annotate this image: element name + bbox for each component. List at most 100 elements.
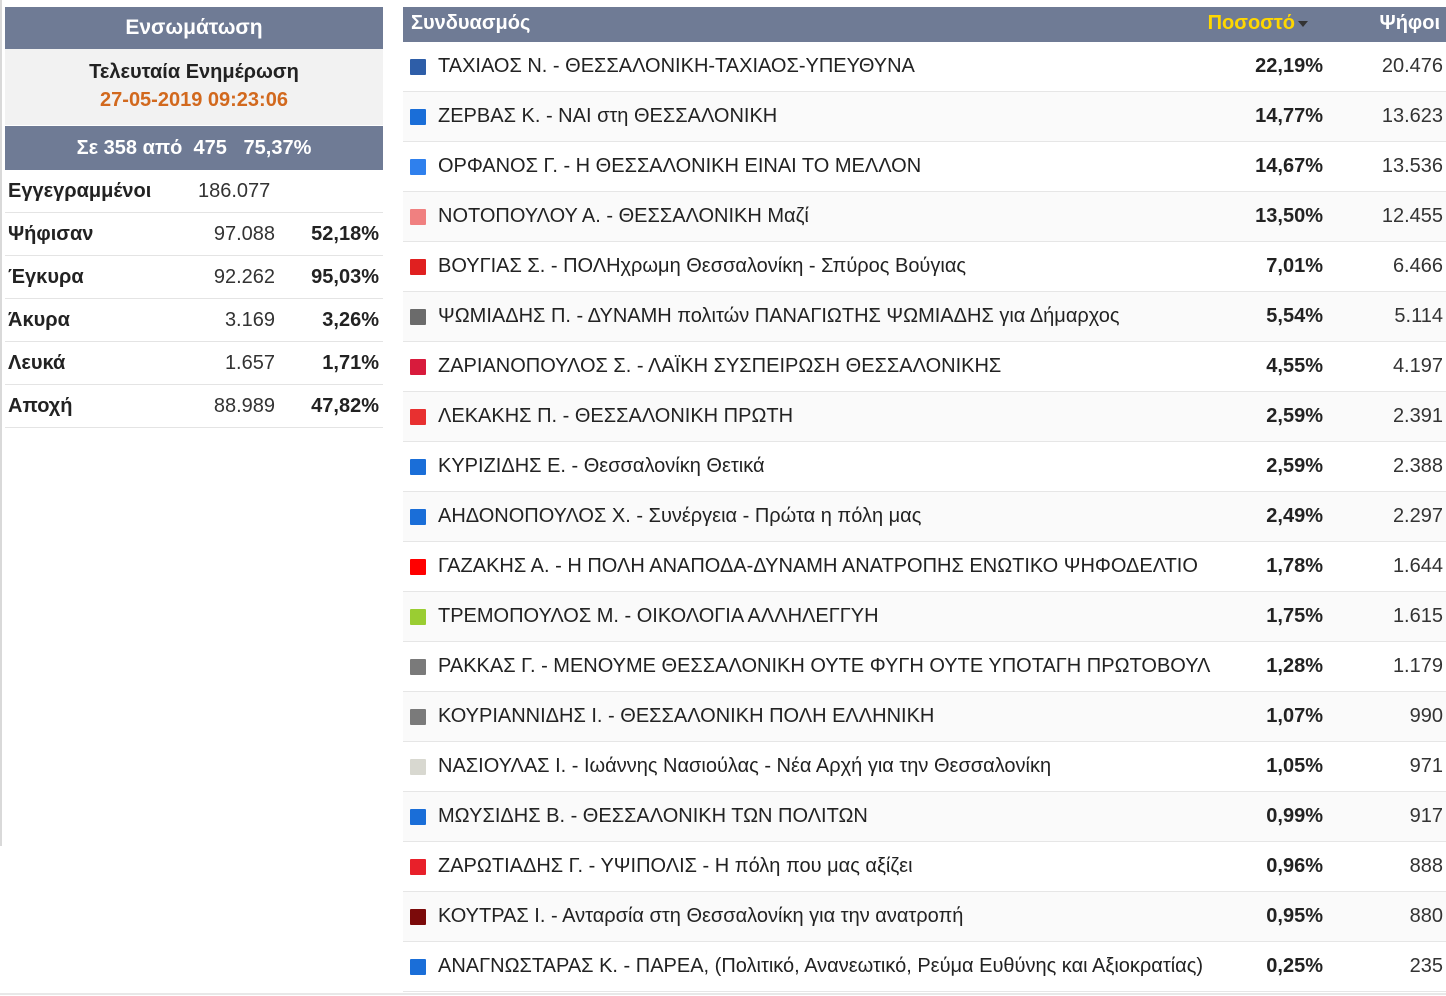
last-update-label: Τελευταία Ενημέρωση <box>89 61 299 83</box>
stat-row: Άκυρα 3.169 3,26% <box>5 299 383 342</box>
stat-label: Άκυρα <box>8 309 70 331</box>
header-votes[interactable]: Ψήφοι <box>1380 12 1440 35</box>
party-percentage: 1,05% <box>1266 755 1323 777</box>
party-percentage: 0,95% <box>1266 905 1323 927</box>
table-row[interactable]: ΟΡΦΑΝΟΣ Γ. - Η ΘΕΣΣΑΛΟΝΙΚΗ ΕΙΝΑΙ ΤΟ ΜΕΛΛ… <box>403 142 1446 192</box>
sort-desc-icon <box>1298 20 1308 27</box>
stat-row: Λευκά 1.657 1,71% <box>5 342 383 385</box>
last-update-time: 27-05-2019 09:23:06 <box>100 89 288 111</box>
summary-title: Ενσωμάτωση <box>5 7 383 49</box>
party-color-swatch <box>410 459 426 475</box>
stat-percentage: 95,03% <box>311 266 379 288</box>
party-color-swatch <box>410 909 426 925</box>
stat-value: 92.262 <box>213 266 275 288</box>
party-name: ΜΩΥΣΙΔΗΣ Β. - ΘΕΣΣΑΛΟΝΙΚΗ ΤΩΝ ΠΟΛΙΤΩΝ <box>438 805 868 827</box>
header-percentage-sort[interactable]: Ποσοστό <box>1208 12 1308 35</box>
party-percentage: 1,75% <box>1266 605 1323 627</box>
stat-label: Εγγεγραμμένοι <box>8 180 152 202</box>
party-color-swatch <box>410 109 426 125</box>
results-table: Συνδυασμός Ποσοστό Ψήφοι ΤΑΧΙΑΟΣ Ν. - ΘΕ… <box>403 7 1446 996</box>
last-update-box: Τελευταία Ενημέρωση 27-05-2019 09:23:06 <box>5 49 383 125</box>
stat-row: Ψήφισαν 97.088 52,18% <box>5 213 383 256</box>
table-row[interactable]: ΖΕΡΒΑΣ Κ. - ΝΑΙ στη ΘΕΣΣΑΛΟΝΙΚΗ 14,77% 13.… <box>403 92 1446 142</box>
table-row[interactable]: ΝΑΣΙΟΥΛΑΣ Ι. - Ιωάννης Νασιούλας - Νέα Α… <box>403 742 1446 792</box>
table-row[interactable]: ΚΥΡΙΖΙΔΗΣ Ε. - Θεσσαλονίκη Θετικά 2,59% 2.… <box>403 442 1446 492</box>
party-name: ΚΟΥΡΙΑΝΝΙΔΗΣ Ι. - ΘΕΣΣΑΛΟΝΙΚΗ ΠΟΛΗ ΕΛΛΗΝ… <box>438 705 935 727</box>
stat-percentage: 52,18% <box>311 223 379 245</box>
stat-percentage: 47,82% <box>311 395 379 417</box>
table-row[interactable]: ΚΟΥΤΡΑΣ Ι. - Ανταρσία στη Θεσσαλονίκη γι… <box>403 892 1446 942</box>
party-color-swatch <box>410 59 426 75</box>
stat-label: Ψήφισαν <box>8 223 94 245</box>
party-votes: 1.179 <box>1392 655 1443 677</box>
party-name: ΖΕΡΒΑΣ Κ. - ΝΑΙ στη ΘΕΣΣΑΛΟΝΙΚΗ <box>438 105 778 127</box>
party-percentage: 1,28% <box>1266 655 1323 677</box>
party-color-swatch <box>410 809 426 825</box>
table-row[interactable]: ΚΟΥΡΙΑΝΝΙΔΗΣ Ι. - ΘΕΣΣΑΛΟΝΙΚΗ ΠΟΛΗ ΕΛΛΗΝ… <box>403 692 1446 742</box>
table-row[interactable]: ΝΟΤΟΠΟΥΛΟΥ Α. - ΘΕΣΣΑΛΟΝΙΚΗ Μαζί 13,50% 12… <box>403 192 1446 242</box>
party-name: ΤΑΧΙΑΟΣ Ν. - ΘΕΣΣΑΛΟΝΙΚΗ-ΤΑΧΙΑΟΣ-ΥΠΕΥΘΥΝ… <box>438 55 915 77</box>
party-votes: 2.388 <box>1392 455 1443 477</box>
party-color-swatch <box>410 659 426 675</box>
party-name: ΑΗΔΟΝΟΠΟΥΛΟΣ Χ. - Συνέργεια - Πρώτα η πό… <box>438 505 922 527</box>
party-votes: 13.623 <box>1381 105 1443 127</box>
party-votes: 235 <box>1409 955 1443 977</box>
table-row[interactable]: ΛΕΚΑΚΗΣ Π. - ΘΕΣΣΑΛΟΝΙΚΗ ΠΡΩΤΗ 2,59% 2.391 <box>403 392 1446 442</box>
party-color-swatch <box>410 359 426 375</box>
table-row[interactable]: ΤΑΧΙΑΟΣ Ν. - ΘΕΣΣΑΛΟΝΙΚΗ-ΤΑΧΙΑΟΣ-ΥΠΕΥΘΥΝ… <box>403 42 1446 92</box>
table-row[interactable]: ΨΩΜΙΑΔΗΣ Π. - ΔΥΝΑΜΗ πολιτών ΠΑΝΑΓΙΩΤΗΣ … <box>403 292 1446 342</box>
table-row[interactable]: ΑΝΑΓΝΩΣΤΑΡΑΣ Κ. - ΠΑΡΕΑ, (Πολιτικό, Αναν… <box>403 942 1446 992</box>
party-name: ΚΥΡΙΖΙΔΗΣ Ε. - Θεσσαλονίκη Θετικά <box>438 455 765 477</box>
stat-label: Λευκά <box>8 352 66 374</box>
table-row[interactable]: ΑΗΔΟΝΟΠΟΥΛΟΣ Χ. - Συνέργεια - Πρώτα η πό… <box>403 492 1446 542</box>
party-votes: 4.197 <box>1392 355 1443 377</box>
party-percentage: 22,19% <box>1255 55 1323 77</box>
stat-row: Αποχή 88.989 47,82% <box>5 385 383 428</box>
party-percentage: 0,25% <box>1266 955 1323 977</box>
party-color-swatch <box>410 159 426 175</box>
table-row[interactable]: ΓΑΖΑΚΗΣ Α. - Η ΠΟΛΗ ΑΝΑΠΟΔΑ-ΔΥΝΑΜΗ ΑΝΑΤΡ… <box>403 542 1446 592</box>
table-row[interactable]: ΜΩΥΣΙΔΗΣ Β. - ΘΕΣΣΑΛΟΝΙΚΗ ΤΩΝ ΠΟΛΙΤΩΝ 0,9… <box>403 792 1446 842</box>
party-color-swatch <box>410 409 426 425</box>
party-color-swatch <box>410 759 426 775</box>
party-color-swatch <box>410 709 426 725</box>
party-votes: 917 <box>1409 805 1443 827</box>
party-votes: 12.455 <box>1381 205 1443 227</box>
party-percentage: 2,49% <box>1266 505 1323 527</box>
party-percentage: 2,59% <box>1266 405 1323 427</box>
party-votes: 6.466 <box>1392 255 1443 277</box>
table-row[interactable]: ΡΑΚΚΑΣ Γ. - ΜΕΝΟΥΜΕ ΘΕΣΣΑΛΟΝΙΚΗ ΟΥΤΕ ΦΥΓ… <box>403 642 1446 692</box>
party-name: ΝΑΣΙΟΥΛΑΣ Ι. - Ιωάννης Νασιούλας - Νέα Α… <box>438 755 1052 777</box>
party-name: ΒΟΥΓΙΑΣ Σ. - ΠΟΛΗχρωμη Θεσσαλονίκη - Σπύ… <box>438 255 967 277</box>
party-percentage: 1,78% <box>1266 555 1323 577</box>
party-name: ΨΩΜΙΑΔΗΣ Π. - ΔΥΝΑΜΗ πολιτών ΠΑΝΑΓΙΩΤΗΣ … <box>438 305 1120 327</box>
stats-table: Εγγεγραμμένοι 186.077 Ψήφισαν 97.088 52,18% Έ… <box>5 170 383 428</box>
party-name: ΟΡΦΑΝΟΣ Γ. - Η ΘΕΣΣΑΛΟΝΙΚΗ ΕΙΝΑΙ ΤΟ ΜΕΛΛ… <box>438 155 922 177</box>
table-row[interactable]: ΖΑΡΩΤΙΑΔΗΣ Γ. - ΥΨΙΠΟΛΙΣ - Η πόλη που μα… <box>403 842 1446 892</box>
party-name: ΡΑΚΚΑΣ Γ. - ΜΕΝΟΥΜΕ ΘΕΣΣΑΛΟΝΙΚΗ ΟΥΤΕ ΦΥΓ… <box>438 655 1211 677</box>
stat-label: Αποχή <box>8 395 73 417</box>
party-percentage: 14,77% <box>1255 105 1323 127</box>
party-votes: 990 <box>1409 705 1443 727</box>
party-votes: 971 <box>1409 755 1443 777</box>
party-color-swatch <box>410 609 426 625</box>
party-percentage: 5,54% <box>1266 305 1323 327</box>
table-row[interactable]: ΤΡΕΜΟΠΟΥΛΟΣ Μ. - ΟΙΚΟΛΟΓΙΑ ΑΛΛΗΛΕΓΓΥΗ 1,7… <box>403 592 1446 642</box>
counting-progress: Σε 358 από 475 75,37% <box>5 126 383 170</box>
table-row[interactable]: ΒΟΥΓΙΑΣ Σ. - ΠΟΛΗχρωμη Θεσσαλονίκη - Σπύ… <box>403 242 1446 292</box>
party-color-swatch <box>410 259 426 275</box>
party-color-swatch <box>410 959 426 975</box>
stat-row: Έγκυρα 92.262 95,03% <box>5 256 383 299</box>
header-party[interactable]: Συνδυασμός <box>411 12 530 35</box>
party-name: ΝΟΤΟΠΟΥΛΟΥ Α. - ΘΕΣΣΑΛΟΝΙΚΗ Μαζί <box>438 205 809 227</box>
party-percentage: 14,67% <box>1255 155 1323 177</box>
party-name: ΑΝΑΓΝΩΣΤΑΡΑΣ Κ. - ΠΑΡΕΑ, (Πολιτικό, Αναν… <box>438 955 1204 977</box>
party-name: ΓΑΖΑΚΗΣ Α. - Η ΠΟΛΗ ΑΝΑΠΟΔΑ-ΔΥΝΑΜΗ ΑΝΑΤΡ… <box>438 555 1198 577</box>
party-percentage: 2,59% <box>1266 455 1323 477</box>
party-color-swatch <box>410 859 426 875</box>
party-name: ΖΑΡΩΤΙΑΔΗΣ Γ. - ΥΨΙΠΟΛΙΣ - Η πόλη που μα… <box>438 855 913 877</box>
stat-value: 186.077 <box>198 180 271 202</box>
party-name: ΚΟΥΤΡΑΣ Ι. - Ανταρσία στη Θεσσαλονίκη γι… <box>438 905 964 927</box>
party-percentage: 4,55% <box>1266 355 1323 377</box>
table-row[interactable]: ΖΑΡΙΑΝΟΠΟΥΛΟΣ Σ. - ΛΑΪΚΗ ΣΥΣΠΕΙΡΩΣΗ ΘΕΣΣ… <box>403 342 1446 392</box>
